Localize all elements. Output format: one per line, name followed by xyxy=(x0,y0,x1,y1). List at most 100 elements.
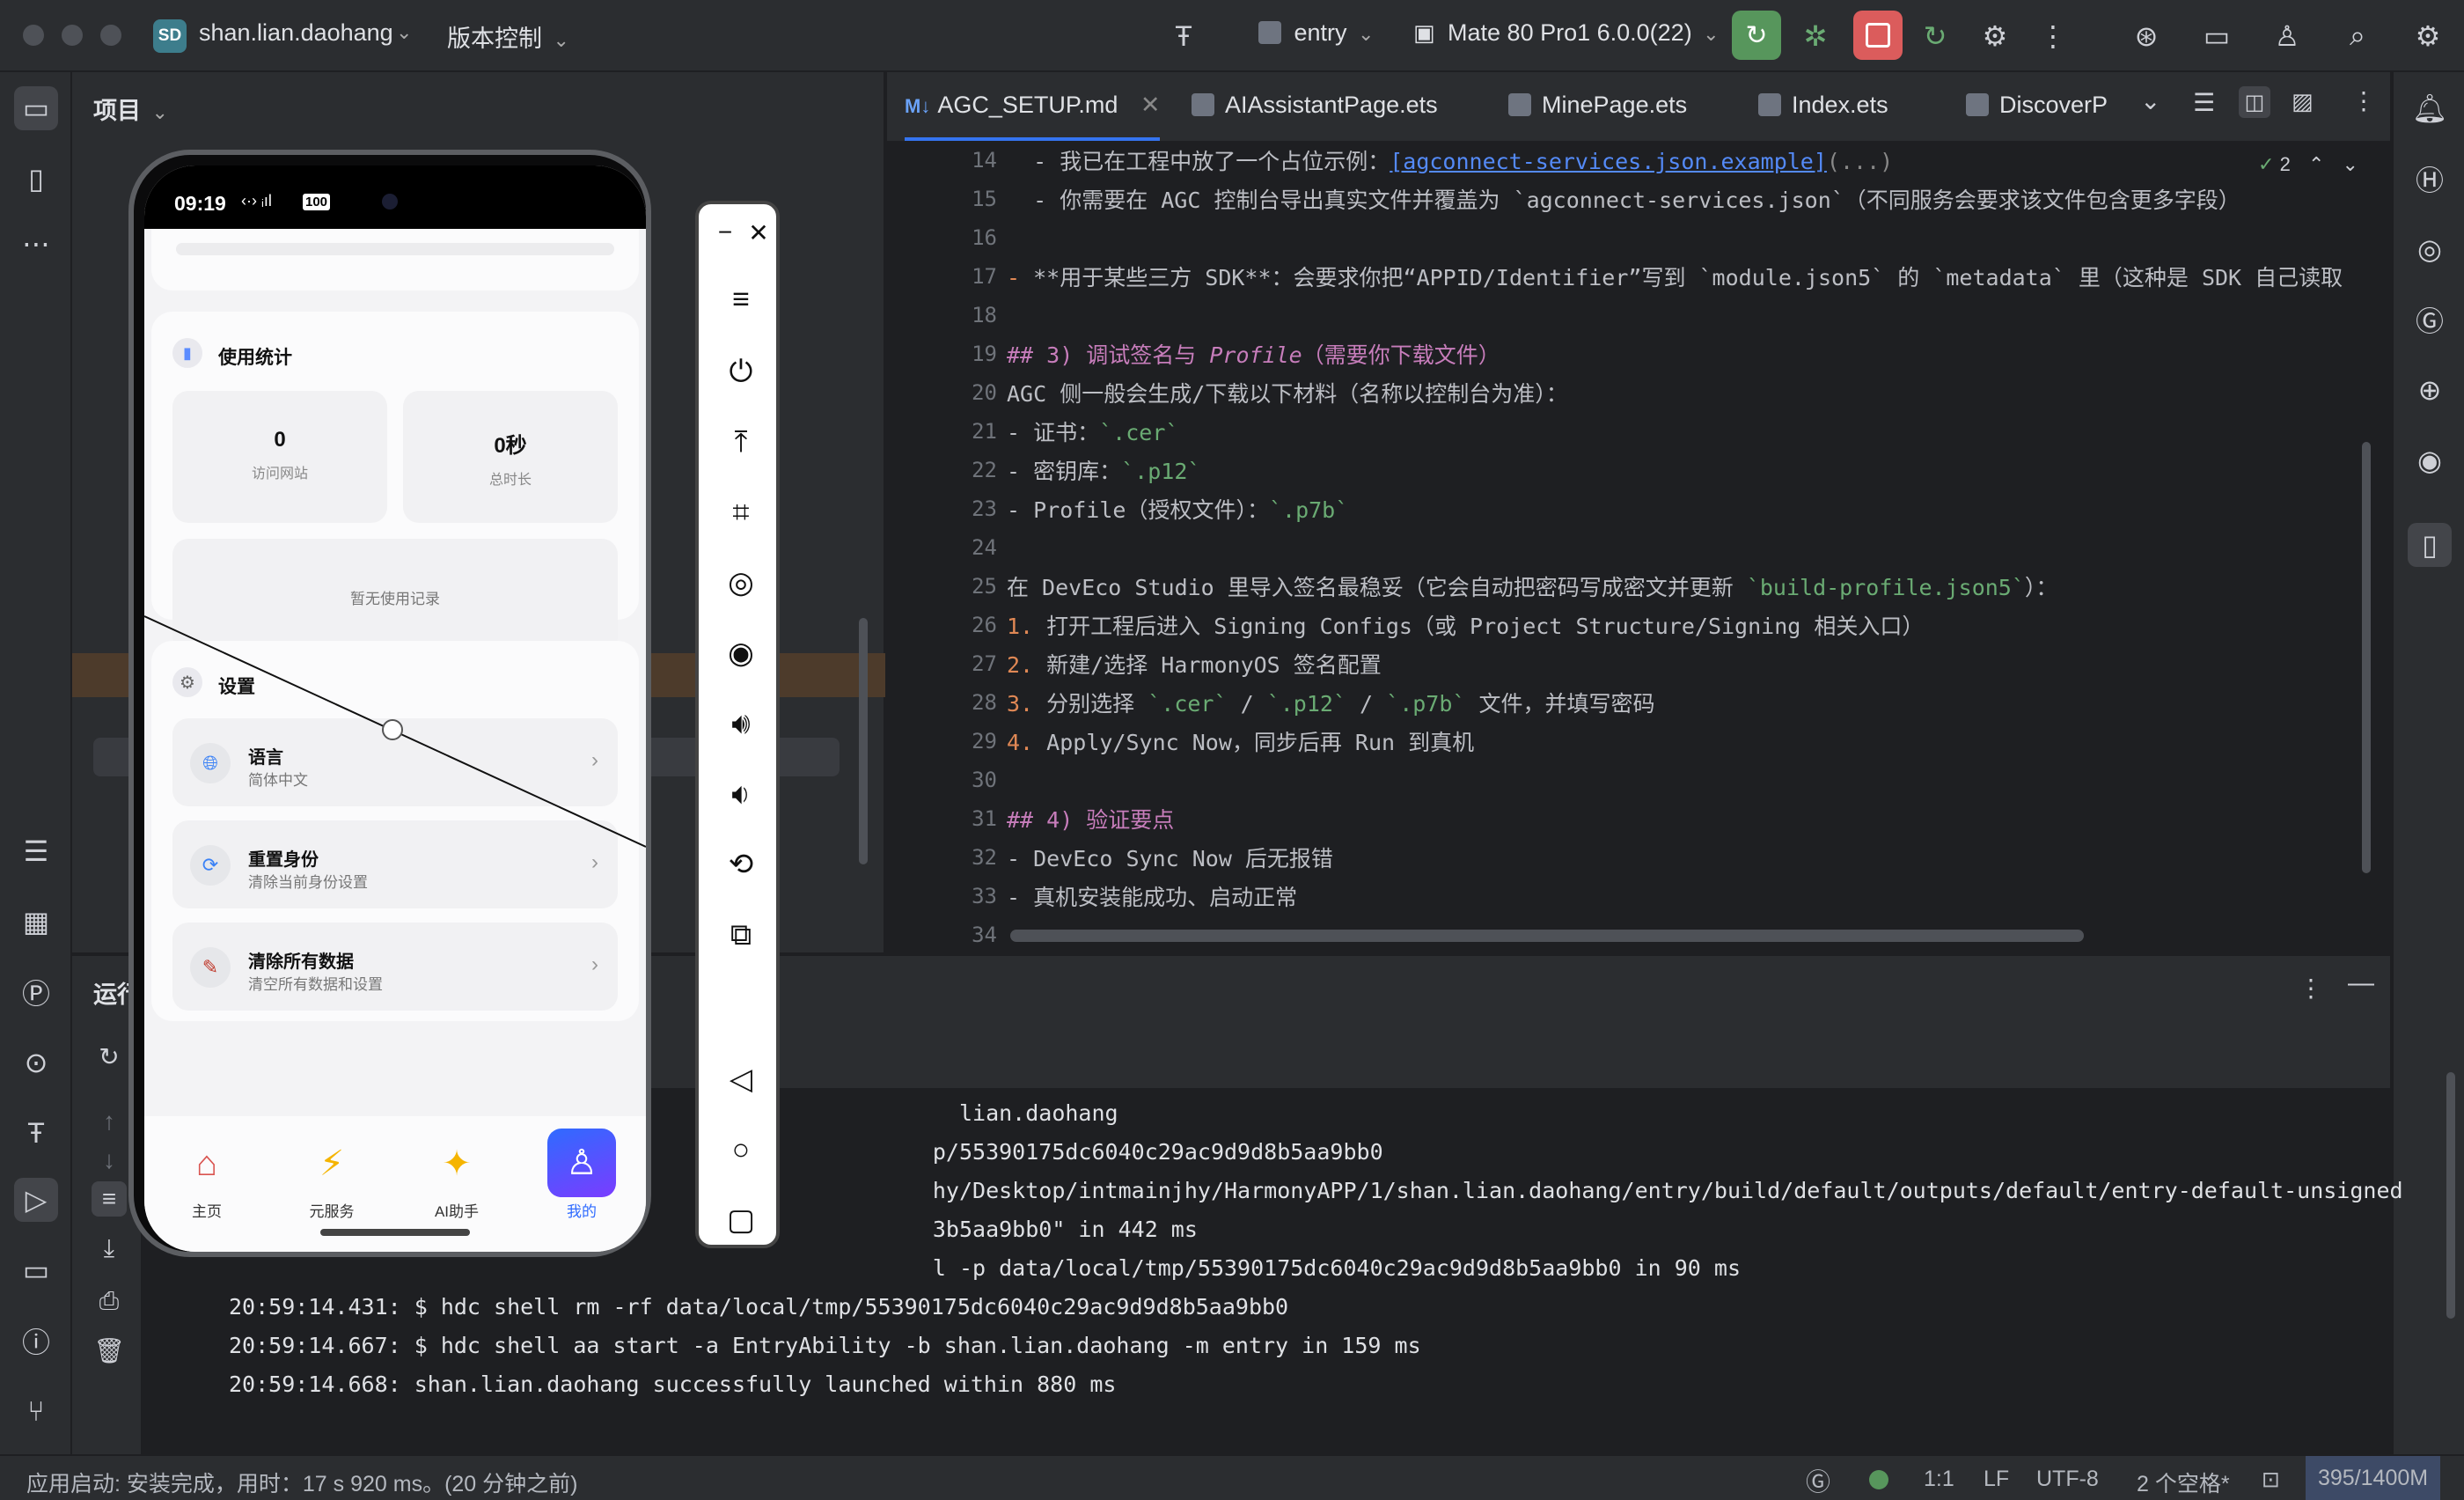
scroll-to-end-icon[interactable]: ⤓ xyxy=(92,1231,127,1266)
minimize-window-button[interactable] xyxy=(62,25,83,46)
apply-changes-icon[interactable]: ↻ xyxy=(1915,16,1955,56)
debug-icon[interactable]: ✲ xyxy=(1795,16,1836,56)
rerun-icon[interactable]: ↻ xyxy=(92,1039,127,1074)
home-indicator[interactable] xyxy=(320,1229,470,1236)
notifications-icon[interactable]: 🔔︎ xyxy=(2408,86,2452,130)
settings-gear-icon[interactable]: ⚙ xyxy=(2408,16,2448,56)
code-line-32[interactable]: - DevEco Sync Now 后无报错 xyxy=(1007,842,1333,873)
code-line-21[interactable]: - 证书：`.cer` xyxy=(1007,415,1178,447)
run-tool-icon[interactable]: ▷ xyxy=(14,1178,58,1222)
nav-services[interactable]: ⚡︎ 元服务 xyxy=(269,1116,394,1221)
nav-ai-assistant[interactable]: ✦ AI助手 xyxy=(394,1116,519,1221)
search-icon[interactable]: ⌕ xyxy=(2337,16,2378,56)
close-window-button[interactable] xyxy=(23,25,44,46)
code-line-14[interactable]: - 我已在工程中放了一个占位示例：[agconnect-services.jso… xyxy=(1007,144,1893,176)
build-icon[interactable]: Ŧ xyxy=(14,1111,58,1155)
arrow-up-icon[interactable]: ⌃ xyxy=(2308,153,2324,175)
tab-discoverpage[interactable]: DiscoverP xyxy=(1966,92,2151,119)
services-icon[interactable]: ⊙ xyxy=(14,1040,58,1085)
plugin-icon[interactable]: Ⓟ xyxy=(14,970,58,1014)
back-icon[interactable]: ◁ xyxy=(718,1056,764,1102)
crop-icon[interactable]: ⌗ xyxy=(718,489,764,535)
arrow-down-icon[interactable]: ⌄ xyxy=(2343,153,2358,175)
multi-device-icon[interactable]: ⧉ xyxy=(718,912,764,958)
cursor-position[interactable]: 1:1 xyxy=(1924,1467,1954,1492)
code-line-27[interactable]: 2. 新建/选择 HarmonyOS 签名配置 xyxy=(1007,648,1382,680)
project-folder-icon[interactable]: ▭ xyxy=(14,86,58,130)
code-line-29[interactable]: 4. Apply/Sync Now，同步后再 Run 到真机 xyxy=(1007,725,1474,757)
code-line-28[interactable]: 3. 分别选择 `.cer` / `.p12` / `.p7b` 文件，并填写密… xyxy=(1007,687,1655,718)
file-encoding[interactable]: UTF-8 xyxy=(2036,1467,2099,1492)
copilot-icon[interactable]: ⊕ xyxy=(2408,368,2452,412)
hvigor-icon[interactable]: Ⓗ xyxy=(2408,157,2452,201)
tabs-overflow-chevron-icon[interactable]: ⌄ xyxy=(2140,86,2160,115)
problems-icon[interactable]: ⓘ xyxy=(14,1319,58,1363)
scroll-up-icon[interactable]: ↑ xyxy=(92,1104,127,1139)
code-line-23[interactable]: - Profile（授权文件）：`.p7b` xyxy=(1007,493,1348,525)
lock-icon[interactable]: ⊡ xyxy=(2262,1467,2280,1493)
code-line-19[interactable]: ## 3) 调试签名与 Profile（需要你下载文件） xyxy=(1007,338,1500,370)
connection-status-icon[interactable] xyxy=(1869,1470,1888,1489)
code-link[interactable]: [agconnect-services.json.example] xyxy=(1390,149,1827,174)
profiler-icon[interactable]: ⚙ xyxy=(1975,16,2015,56)
power-icon[interactable]: ⏻ xyxy=(718,349,764,394)
minimize-panel-icon[interactable]: — xyxy=(2348,968,2374,998)
layout-icon[interactable]: ▦ xyxy=(14,900,58,944)
clear-trash-icon[interactable]: 🗑︎ xyxy=(92,1333,127,1368)
panel-options-icon[interactable]: ⋮ xyxy=(2299,974,2323,1003)
volume-down-icon[interactable]: 🔉︎ xyxy=(718,771,764,817)
code-line-25[interactable]: 在 DevEco Studio 里导入签名最稳妥（它会自动把密码写成密文并更新 … xyxy=(1007,570,2057,602)
emulator-menu-icon[interactable]: ≡ xyxy=(718,276,764,322)
structure-icon[interactable]: ▯ xyxy=(14,157,58,201)
code-line-22[interactable]: - 密钥库：`.p12` xyxy=(1007,454,1200,486)
codegenie-status-icon[interactable]: Ⓖ xyxy=(1806,1463,1830,1498)
language-row[interactable]: 🌐︎ 语言 简体中文 › xyxy=(172,718,618,806)
code-line-15[interactable]: - 你需要在 AGC 控制台导出真实文件并覆盖为 `agconnect-serv… xyxy=(1007,183,2240,215)
device-mirror-icon[interactable]: ▯ xyxy=(2408,523,2452,567)
print-icon[interactable]: ⎙ xyxy=(92,1283,127,1319)
more-icon[interactable]: ⋮ xyxy=(2033,16,2073,56)
soft-wrap-icon[interactable]: ≡ xyxy=(92,1181,127,1217)
module-selector[interactable]: entry ⌄ xyxy=(1258,19,1374,47)
volume-up-icon[interactable]: 🔊︎ xyxy=(718,701,764,746)
project-scrollbar[interactable] xyxy=(859,618,868,864)
tab-minepage[interactable]: MinePage.ets xyxy=(1508,92,1687,119)
recents-icon[interactable]: ▢ xyxy=(718,1197,764,1243)
reset-identity-row[interactable]: ⟳ 重置身份 清除当前身份设置 › xyxy=(172,820,618,908)
code-line-20[interactable]: AGC 侧一般会生成/下载以下材料（名称以控制台为准）： xyxy=(1007,377,1568,408)
tab-aiassistantpage[interactable]: AIAssistantPage.ets xyxy=(1192,92,1438,119)
rotate-icon[interactable]: ◎ xyxy=(718,560,764,606)
close-icon[interactable]: ✕ xyxy=(1140,92,1161,118)
text-tool-icon[interactable]: Ŧ xyxy=(1163,16,1204,56)
emulator-close-icon[interactable]: ✕ xyxy=(736,210,781,255)
project-switcher[interactable]: SD shan.lian.daohang ⌄ xyxy=(153,16,417,56)
device-selector[interactable]: ▣ Mate 80 Pro1 6.0.0(22) ⌄ xyxy=(1413,19,1720,47)
project-panel-header[interactable]: 项目 ⌄ xyxy=(93,92,168,126)
terminal-icon[interactable]: ▭ xyxy=(14,1248,58,1292)
tab-agc-setup[interactable]: M↓ AGC_SETUP.md ✕ xyxy=(905,92,1161,119)
nav-home[interactable]: ⌂ 主页 xyxy=(144,1116,269,1221)
todo-icon[interactable]: ☰ xyxy=(14,829,58,873)
indent-setting[interactable]: 2 个空格* xyxy=(2137,1467,2230,1498)
phone-screen[interactable]: 09:19 ‹·› ᵢıl 100 ▮ 使用统计 0 访问网站 0秒 总时长 暂… xyxy=(144,165,646,1252)
clear-data-row[interactable]: ✎ 清除所有数据 清空所有数据和设置 › xyxy=(172,923,618,1011)
memory-indicator[interactable]: 395/1400M xyxy=(2306,1456,2441,1500)
list-view-icon[interactable]: ☰ xyxy=(2193,88,2215,117)
split-view-icon[interactable]: ◫ xyxy=(2239,86,2270,118)
code-line-26[interactable]: 1. 打开工程后进入 Signing Configs（或 Project Str… xyxy=(1007,609,1924,641)
run-icon[interactable]: ↻ xyxy=(1732,11,1781,60)
preview-icon[interactable]: ▨ xyxy=(2292,88,2314,115)
editor-horizontal-scrollbar[interactable] xyxy=(1010,930,2084,942)
folder-icon[interactable]: ▭ xyxy=(2196,16,2237,56)
device-manager-icon[interactable]: ⊛ xyxy=(2126,16,2167,56)
nav-mine[interactable]: ♙ 我的 xyxy=(519,1116,644,1221)
code-line-17[interactable]: - **用于某些三方 SDK**：会要求你把“APPID/Identifier”… xyxy=(1007,261,2343,292)
account-icon[interactable]: ♙ xyxy=(2267,16,2307,56)
rotate-device-icon[interactable]: ⟲ xyxy=(718,842,764,887)
code-line-31[interactable]: ## 4) 验证要点 xyxy=(1007,803,1174,835)
stop-icon[interactable] xyxy=(1853,11,1903,60)
editor-vertical-scrollbar[interactable] xyxy=(2362,442,2371,873)
tab-index[interactable]: Index.ets xyxy=(1758,92,1888,119)
gradle-icon[interactable]: Ⓖ xyxy=(2408,298,2452,342)
scroll-down-icon[interactable]: ↓ xyxy=(92,1143,127,1178)
